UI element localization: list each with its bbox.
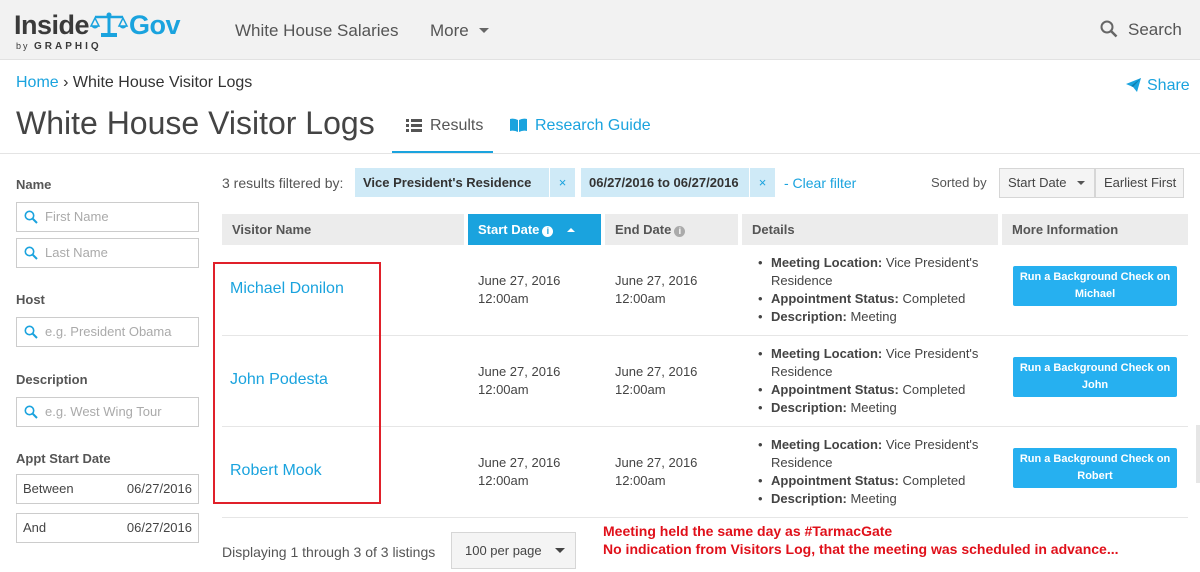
start-date-cell: June 27, 2016 12:00am xyxy=(478,455,561,488)
annotation-line-2: No indication from Visitors Log, that th… xyxy=(603,541,1119,557)
search-icon xyxy=(1100,20,1118,38)
breadcrumb: Home › White House Visitor Logs xyxy=(16,74,252,92)
last-name-input[interactable]: Last Name xyxy=(16,238,199,268)
filter-chip-location: Vice President's Residence × xyxy=(355,168,575,197)
description-filter-label: Description xyxy=(16,372,88,387)
appointment-status-item: Appointment Status: Completed xyxy=(758,290,998,308)
start-date-between-field[interactable]: Between 06/27/2016 xyxy=(16,474,199,504)
details-list: Meeting Location: Vice President's Resid… xyxy=(758,254,998,326)
scales-icon xyxy=(89,12,129,38)
filter-chip-date-range: 06/27/2016 to 06/27/2016 × xyxy=(581,168,775,197)
start-date-cell: June 27, 2016 12:00am xyxy=(478,273,561,306)
background-check-button[interactable]: Run a Background Check on Michael xyxy=(1013,266,1177,306)
name-filter-label: Name xyxy=(16,177,52,192)
tab-results[interactable]: Results xyxy=(392,117,493,154)
page-title: White House Visitor Logs xyxy=(16,105,375,141)
results-count: 3 results filtered by: xyxy=(222,175,344,191)
breadcrumb-separator: › xyxy=(63,74,69,91)
breadcrumb-home-link[interactable]: Home xyxy=(16,74,59,91)
clear-filter-link[interactable]: - Clear filter xyxy=(784,175,856,191)
search-button[interactable]: Search xyxy=(1100,20,1182,40)
scrollbar-track[interactable] xyxy=(1196,425,1200,483)
remove-filter-icon[interactable]: × xyxy=(749,168,775,197)
header-divider xyxy=(0,153,1200,154)
top-navigation-bar: Inside Gov by GRAPHIQ White House Salarie… xyxy=(0,0,1200,60)
meeting-location-item: Meeting Location: Vice President's Resid… xyxy=(758,436,998,472)
chevron-down-icon xyxy=(554,548,565,553)
chevron-down-icon xyxy=(478,28,489,33)
info-icon[interactable]: i xyxy=(674,226,686,237)
tab-research-guide[interactable]: Research Guide xyxy=(510,117,651,135)
logo-byline: by GRAPHIQ xyxy=(16,41,102,52)
sort-field-dropdown[interactable]: Start Date xyxy=(999,168,1095,198)
description-item: Description: Meeting xyxy=(758,399,998,417)
search-icon xyxy=(24,210,38,224)
nav-white-house-salaries[interactable]: White House Salaries xyxy=(235,21,398,41)
remove-filter-icon[interactable]: × xyxy=(549,168,575,197)
appointment-status-item: Appointment Status: Completed xyxy=(758,381,998,399)
description-input[interactable]: e.g. West Wing Tour xyxy=(16,397,199,427)
start-date-and-field[interactable]: And 06/27/2016 xyxy=(16,513,199,543)
sort-ascending-icon xyxy=(567,228,576,232)
details-list: Meeting Location: Vice President's Resid… xyxy=(758,345,998,417)
description-item: Description: Meeting xyxy=(758,490,998,508)
search-icon xyxy=(24,246,38,260)
column-header-more-information: More Information xyxy=(1002,214,1188,245)
search-icon xyxy=(24,405,38,419)
first-name-input[interactable]: First Name xyxy=(16,202,199,232)
meeting-location-item: Meeting Location: Vice President's Resid… xyxy=(758,345,998,381)
meeting-location-item: Meeting Location: Vice President's Resid… xyxy=(758,254,998,290)
host-input[interactable]: e.g. President Obama xyxy=(16,317,199,347)
nav-more-dropdown[interactable]: More xyxy=(430,21,489,41)
appt-start-date-label: Appt Start Date xyxy=(16,451,111,466)
search-icon xyxy=(24,325,38,339)
chevron-down-icon xyxy=(1076,181,1085,185)
end-date-cell: June 27, 2016 12:00am xyxy=(615,455,698,488)
list-icon xyxy=(406,119,422,132)
column-header-start-date[interactable]: Start Date i xyxy=(468,214,601,245)
sort-order-button[interactable]: Earliest First xyxy=(1095,168,1184,198)
info-icon[interactable]: i xyxy=(542,226,554,237)
column-header-visitor-name[interactable]: Visitor Name xyxy=(222,214,464,245)
breadcrumb-current: White House Visitor Logs xyxy=(72,74,253,91)
per-page-dropdown[interactable]: 100 per page xyxy=(451,532,576,569)
background-check-button[interactable]: Run a Background Check on John xyxy=(1013,357,1177,397)
annotation-line-1: Meeting held the same day as #TarmacGate xyxy=(603,523,893,539)
background-check-button[interactable]: Run a Background Check on Robert xyxy=(1013,448,1177,488)
logo-wordmark: Inside Gov xyxy=(14,10,181,40)
details-list: Meeting Location: Vice President's Resid… xyxy=(758,436,998,508)
column-header-end-date[interactable]: End Date i xyxy=(605,214,738,245)
column-header-details: Details xyxy=(742,214,998,245)
paper-plane-icon xyxy=(1126,78,1141,92)
listing-count: Displaying 1 through 3 of 3 listings xyxy=(222,544,436,560)
start-date-cell: June 27, 2016 12:00am xyxy=(478,364,561,397)
open-book-icon xyxy=(510,118,527,132)
end-date-cell: June 27, 2016 12:00am xyxy=(615,273,698,306)
host-filter-label: Host xyxy=(16,292,45,307)
appointment-status-item: Appointment Status: Completed xyxy=(758,472,998,490)
share-button[interactable]: Share xyxy=(1126,77,1190,95)
highlight-annotation-box xyxy=(213,262,381,504)
row-divider xyxy=(222,517,1188,518)
sorted-by-label: Sorted by xyxy=(931,175,987,190)
description-item: Description: Meeting xyxy=(758,308,998,326)
insidegov-logo[interactable]: Inside Gov by GRAPHIQ xyxy=(14,8,204,56)
end-date-cell: June 27, 2016 12:00am xyxy=(615,364,698,397)
